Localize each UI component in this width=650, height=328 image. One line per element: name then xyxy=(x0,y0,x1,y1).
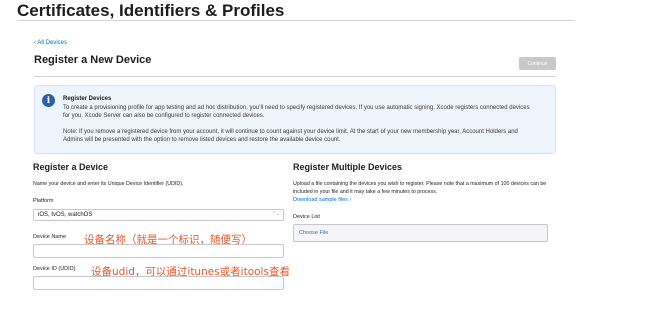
title-divider xyxy=(17,20,575,21)
info-note-paragraph: Note: If you remove a registered device … xyxy=(63,129,518,143)
register-device-title: Register a Device xyxy=(33,162,109,172)
download-sample-files-link[interactable]: Download sample files › xyxy=(293,197,351,203)
platform-selected-value: iOS, tvOS, watchOS xyxy=(38,212,93,218)
info-title: Register Devices xyxy=(63,96,112,102)
chevron-updown-icon: ⌃⌄ xyxy=(271,211,280,217)
page-heading: Register a New Device xyxy=(34,54,152,66)
device-id-label: Device ID (UDID) xyxy=(33,266,76,272)
choose-file-button[interactable]: Choose File xyxy=(293,224,548,242)
register-device-description: Name your device and enter its Unique De… xyxy=(33,181,184,187)
platform-select[interactable]: iOS, tvOS, watchOS ⌃⌄ xyxy=(33,209,284,221)
info-paragraph: To create a provisioning profile for app… xyxy=(63,105,530,119)
page-title: Certificates, Identifiers & Profiles xyxy=(17,1,285,20)
device-list-label: Device List xyxy=(293,214,320,220)
info-panel: i Register Devices To create a provision… xyxy=(34,85,556,154)
device-name-input[interactable] xyxy=(33,244,284,258)
platform-label: Platform xyxy=(33,198,54,204)
back-link-all-devices[interactable]: ‹ All Devices xyxy=(34,40,67,46)
device-name-label: Device Name xyxy=(33,234,67,240)
choose-file-label: Choose File xyxy=(299,230,329,236)
device-id-input[interactable] xyxy=(33,276,284,290)
register-multiple-title: Register Multiple Devices xyxy=(293,162,403,172)
heading-divider xyxy=(34,76,556,77)
continue-button[interactable]: Continue xyxy=(519,57,556,70)
info-icon: i xyxy=(42,94,55,107)
register-multiple-description: Upload a file containing the devices you… xyxy=(293,181,547,195)
